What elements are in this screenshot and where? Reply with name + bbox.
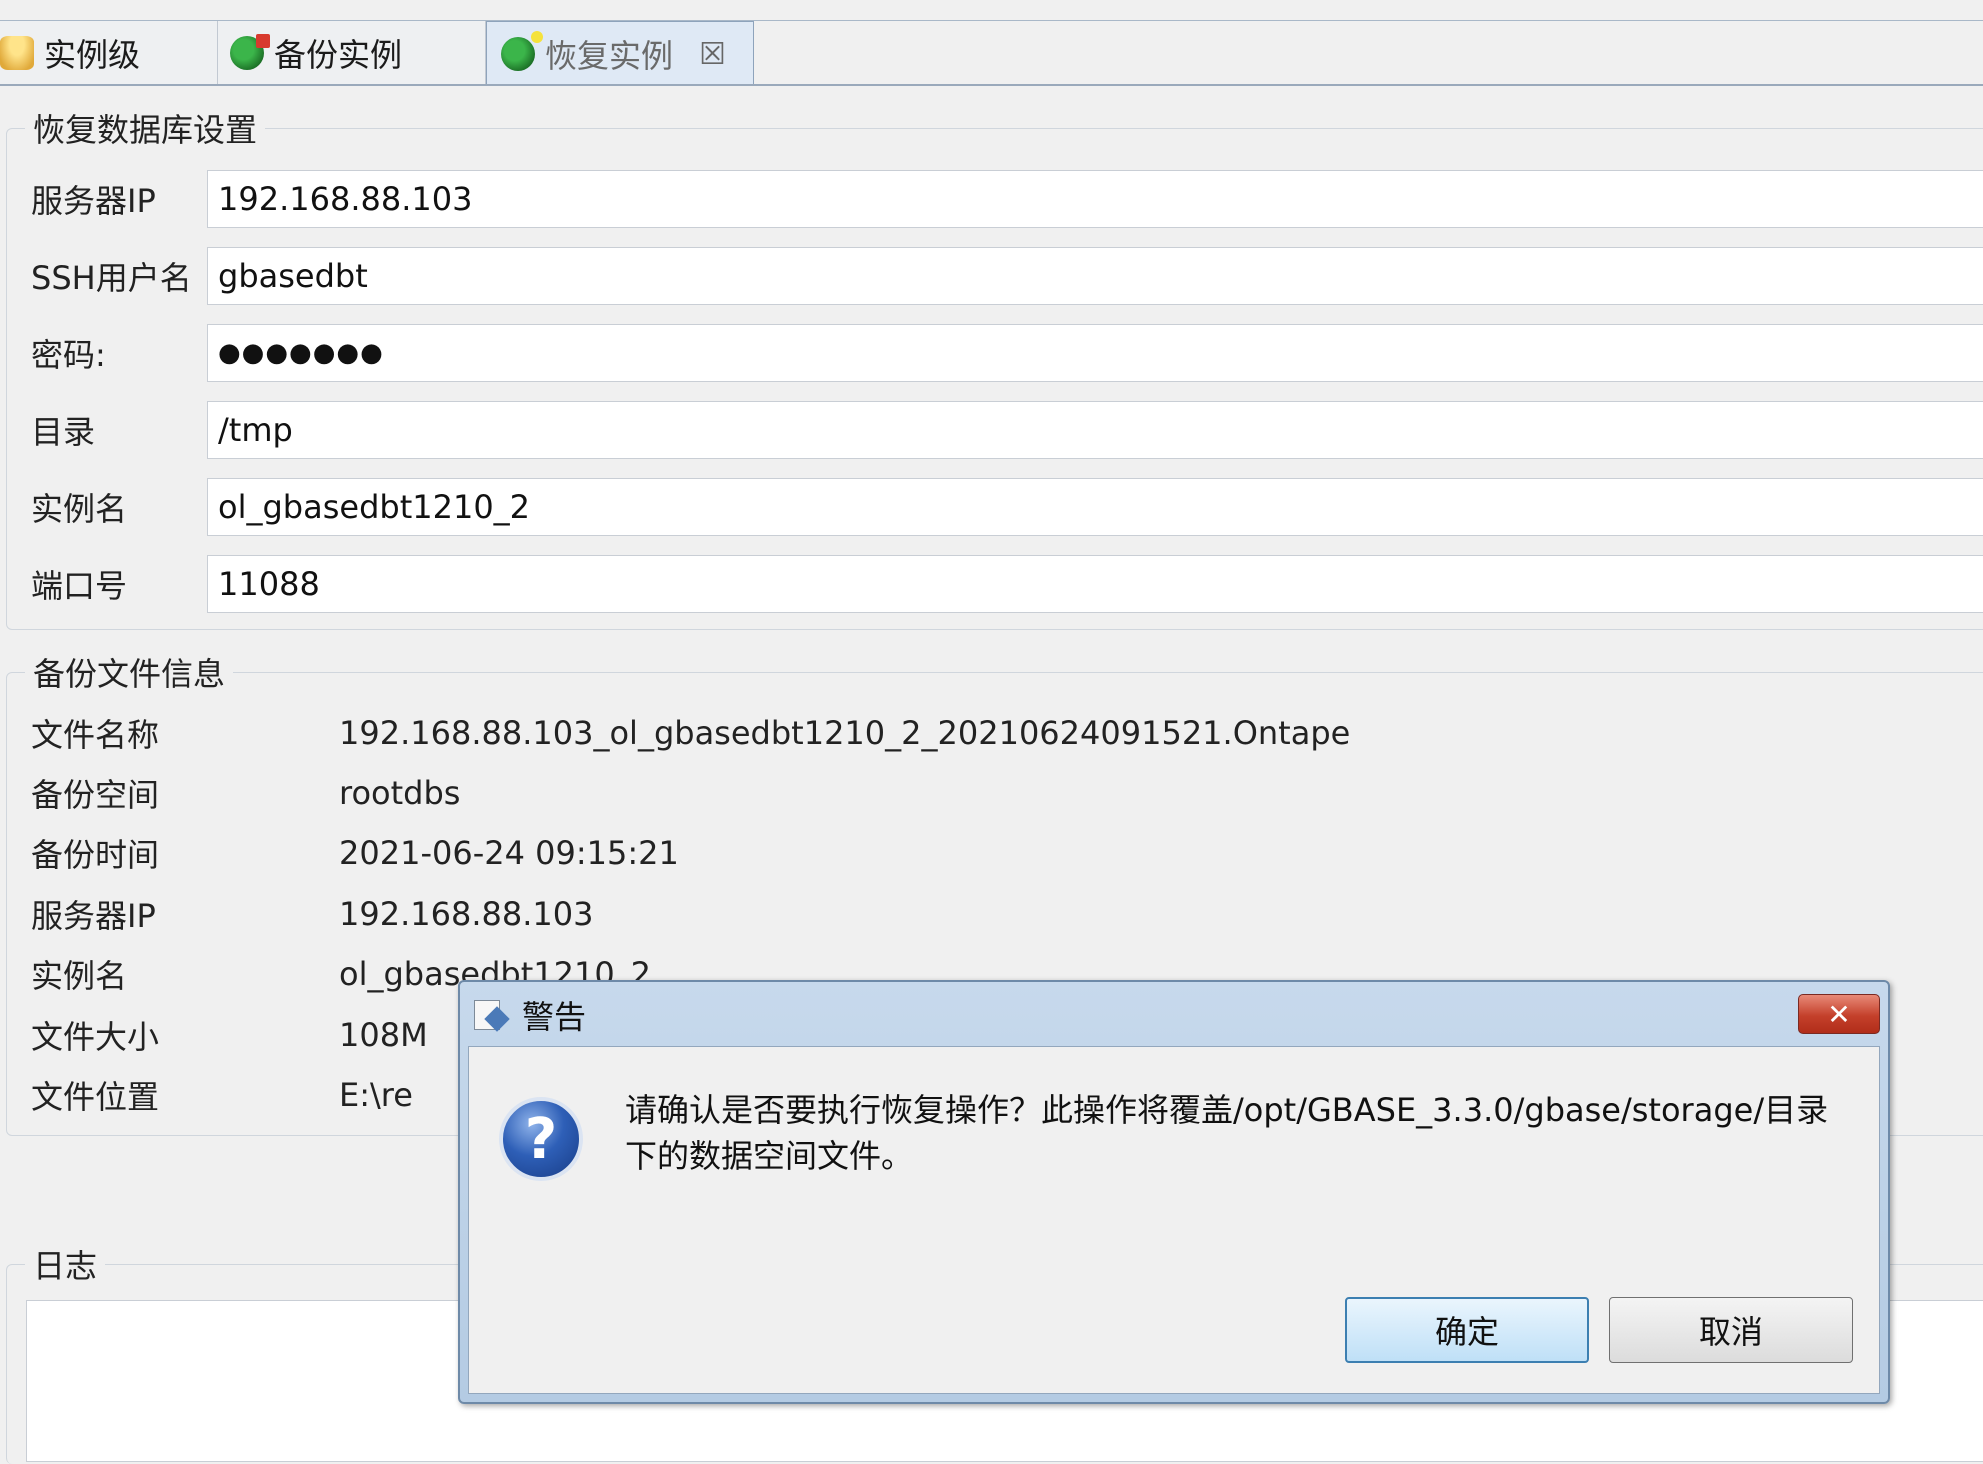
group-legend: 备份文件信息 xyxy=(25,649,234,695)
dialog-body: ? 请确认是否要执行恢复操作？此操作将覆盖/opt/GBASE_3.3.0/gb… xyxy=(468,1046,1880,1394)
info-row-file-location: 文件位置 E:\re xyxy=(31,1071,413,1119)
info-value: 2021-06-24 09:15:21 xyxy=(339,834,679,872)
close-tab-icon[interactable]: ☒ xyxy=(699,37,726,72)
instance-name-row: 实例名 xyxy=(31,477,211,537)
tab-restore-instance[interactable]: 恢复实例 ☒ xyxy=(486,21,754,86)
info-label: 服务器IP xyxy=(31,897,156,935)
group-legend: 日志 xyxy=(25,1241,106,1287)
field-label: 密码: xyxy=(31,336,106,374)
port-row: 端口号 xyxy=(31,554,211,614)
dialog-title: 警告 xyxy=(522,998,587,1036)
warning-dialog: 警告 ✕ ? 请确认是否要执行恢复操作？此操作将覆盖/opt/GBASE_3.3… xyxy=(458,980,1890,1404)
info-value: 192.168.88.103_ol_gbasedbt1210_2_2021062… xyxy=(339,714,1351,752)
field-label: 服务器IP xyxy=(31,182,156,220)
info-value: 108M xyxy=(339,1016,428,1054)
dialog-close-button[interactable]: ✕ xyxy=(1798,994,1880,1034)
app-window-icon xyxy=(474,1000,510,1032)
server-ip-row: 服务器IP xyxy=(31,169,211,229)
directory-row: 目录 xyxy=(31,400,211,460)
dialog-message: 请确认是否要执行恢复操作？此操作将覆盖/opt/GBASE_3.3.0/gbas… xyxy=(625,1091,1829,1175)
info-label: 文件名称 xyxy=(31,716,160,754)
info-row-server-ip: 服务器IP 192.168.88.103 xyxy=(31,890,593,938)
tab-backup-instance[interactable]: 备份实例 xyxy=(218,21,486,84)
info-label: 备份时间 xyxy=(31,836,160,874)
database-gold-icon xyxy=(0,35,34,70)
field-label: SSH用户名 xyxy=(31,259,192,297)
tab-bar-bottom-border xyxy=(0,84,1983,86)
ok-button[interactable]: 确定 xyxy=(1345,1297,1589,1363)
password-row: 密码: xyxy=(31,323,211,383)
info-label: 文件位置 xyxy=(31,1078,160,1116)
instance-name-input[interactable]: ol_gbasedbt1210_2 xyxy=(207,478,1983,536)
ssh-user-input[interactable]: gbasedbt xyxy=(207,247,1983,305)
editor-tab-bar: 实例级 备份实例 恢复实例 ☒ xyxy=(0,0,1983,86)
question-icon: ? xyxy=(499,1097,583,1181)
info-label: 实例名 xyxy=(31,957,128,995)
info-label: 备份空间 xyxy=(31,776,160,814)
database-backup-icon xyxy=(230,33,270,70)
port-input[interactable]: 11088 xyxy=(207,555,1983,613)
server-ip-input[interactable]: 192.168.88.103 xyxy=(207,170,1983,228)
info-value: E:\re xyxy=(339,1076,413,1114)
field-label: 目录 xyxy=(31,413,96,451)
info-label: 文件大小 xyxy=(31,1018,160,1056)
info-row-file-size: 文件大小 108M xyxy=(31,1011,428,1059)
info-value: 192.168.88.103 xyxy=(339,895,594,933)
database-restore-icon xyxy=(501,31,543,71)
restore-settings-group: 恢复数据库设置 服务器IP 192.168.88.103 SSH用户名 gbas… xyxy=(6,105,1983,630)
dialog-titlebar[interactable]: 警告 ✕ xyxy=(460,982,1888,1044)
directory-input[interactable]: /tmp xyxy=(207,401,1983,459)
info-row-backup-space: 备份空间 rootdbs xyxy=(31,769,460,817)
group-legend: 恢复数据库设置 xyxy=(25,105,266,151)
info-row-file-name: 文件名称 192.168.88.103_ol_gbasedbt1210_2_20… xyxy=(31,709,1350,757)
info-value: rootdbs xyxy=(339,774,461,812)
tab-instance-level[interactable]: 实例级 xyxy=(0,21,218,84)
field-label: 实例名 xyxy=(31,490,128,528)
tab-label: 恢复实例 xyxy=(545,37,674,75)
field-label: 端口号 xyxy=(31,567,128,605)
password-input[interactable]: ●●●●●●● xyxy=(207,324,1983,382)
tab-label: 备份实例 xyxy=(274,35,403,74)
tab-label: 实例级 xyxy=(44,35,141,74)
ssh-user-row: SSH用户名 xyxy=(31,246,211,306)
info-row-backup-time: 备份时间 2021-06-24 09:15:21 xyxy=(31,829,679,877)
cancel-button[interactable]: 取消 xyxy=(1609,1297,1853,1363)
